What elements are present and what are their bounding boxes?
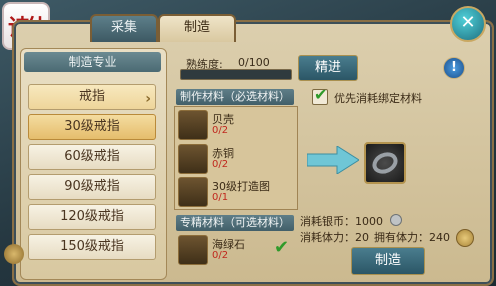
category-item-ring[interactable]: 戒指 ›: [28, 84, 156, 110]
craft-button[interactable]: 制造: [351, 247, 425, 275]
close-icon[interactable]: ✕: [450, 6, 486, 42]
optional-materials-label: 专精材料（可选材料）: [176, 215, 294, 231]
checkmark-icon: ✔: [314, 85, 328, 104]
arrow-right-icon: [307, 146, 359, 174]
category-item-90[interactable]: 90级戒指: [28, 174, 156, 200]
checkmark-icon: ✔: [274, 237, 290, 258]
optional-material-row[interactable]: 海绿石 0/2 ✔: [178, 235, 292, 265]
bind-option-label: 优先消耗绑定材料: [334, 92, 422, 105]
material-count: 0/2: [212, 125, 229, 136]
required-materials-label: 制作材料（必选材料）: [176, 89, 294, 105]
proficiency-bar: [180, 69, 292, 80]
material-row[interactable]: 赤铜 0/2: [178, 144, 292, 174]
scroll-icon: [178, 177, 208, 207]
category-label: 戒指: [78, 89, 105, 104]
advance-button[interactable]: 精进: [298, 55, 358, 81]
stamina-owned: 拥有体力：240: [374, 231, 450, 244]
proficiency-value: 0/100: [238, 56, 270, 69]
coin-icon: [390, 214, 402, 226]
material-row[interactable]: 贝壳 0/2: [178, 110, 292, 140]
copper-icon: [178, 144, 208, 174]
material-count: 0/2: [212, 250, 229, 261]
result-ring-slot[interactable]: [364, 142, 406, 184]
silver-cost: 消耗银币：1000: [300, 215, 383, 228]
gear-icon[interactable]: [456, 229, 474, 247]
material-row[interactable]: 30级打造图 0/1: [178, 177, 292, 207]
category-item-120[interactable]: 120级戒指: [28, 204, 156, 230]
tab-collect[interactable]: 采集: [90, 14, 158, 42]
category-header: 制造专业: [24, 52, 161, 72]
chevron-right-icon: ›: [145, 91, 151, 107]
bind-checkbox[interactable]: ✔: [312, 85, 328, 105]
tab-craft[interactable]: 制造: [158, 14, 236, 42]
category-item-150[interactable]: 150级戒指: [28, 234, 156, 260]
material-count: 0/1: [212, 192, 229, 203]
gem-icon: [178, 235, 208, 265]
category-item-60[interactable]: 60级戒指: [28, 144, 156, 170]
category-item-30[interactable]: 30级戒指: [28, 114, 156, 140]
shell-icon: [178, 110, 208, 140]
decor-gear-icon: [4, 244, 24, 264]
material-count: 0/2: [212, 159, 229, 170]
ring-icon: [372, 152, 398, 174]
info-icon[interactable]: !: [443, 57, 465, 79]
stamina-cost: 消耗体力：20: [300, 231, 369, 244]
